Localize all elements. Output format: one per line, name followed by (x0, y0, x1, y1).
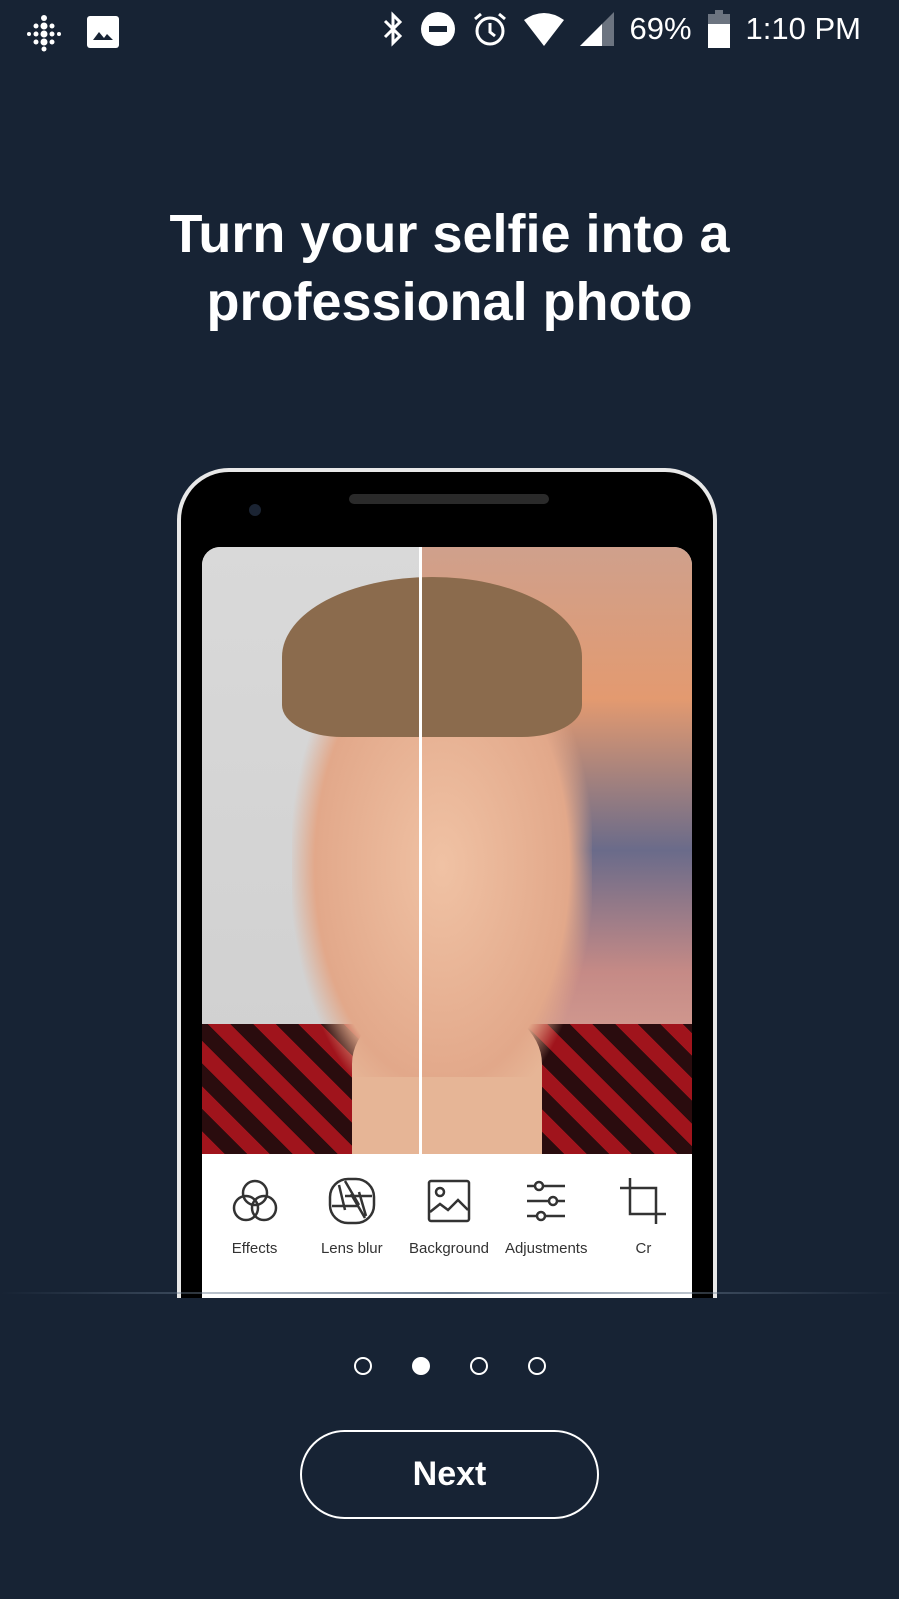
tool-lens-blur: Lens blur (303, 1154, 400, 1298)
battery-percent: 69% (629, 11, 692, 46)
do-not-disturb-icon (420, 12, 455, 46)
status-bar: 69% 1:10 PM (0, 0, 899, 64)
tool-crop: Cr (595, 1154, 692, 1298)
phone-speaker (349, 494, 549, 504)
effects-icon (232, 1179, 277, 1222)
fitbit-icon (27, 15, 61, 52)
tool-bar: Effects Lens blur Background Adjustments… (202, 1154, 692, 1298)
page-indicator (0, 1357, 899, 1375)
tool-adjustments: Adjustments (498, 1154, 595, 1298)
page-dot-3[interactable] (469, 1357, 488, 1375)
image-icon (87, 16, 119, 48)
bluetooth-icon (383, 11, 402, 47)
phone-illustration: Effects Lens blur Background Adjustments… (177, 468, 717, 1298)
aperture-icon (328, 1177, 376, 1225)
page-dot-1[interactable] (353, 1357, 372, 1375)
signal-icon (579, 12, 614, 46)
phone-camera (249, 504, 261, 516)
alarm-icon (473, 12, 506, 46)
phone-screen: Effects Lens blur Background Adjustments… (202, 547, 692, 1298)
hair (282, 577, 582, 737)
sliders-icon (527, 1180, 566, 1222)
tool-background: Background (400, 1154, 497, 1298)
page-dot-2-active[interactable] (411, 1357, 430, 1375)
clock: 1:10 PM (745, 11, 861, 46)
battery-icon (707, 10, 730, 48)
page-dot-4[interactable] (527, 1357, 546, 1375)
wifi-icon (523, 13, 564, 46)
page-title: Turn your selfie into a professional phot… (169, 204, 730, 332)
comparison-divider (419, 547, 422, 1154)
image-icon (427, 1179, 471, 1223)
before-after-photo (202, 547, 692, 1154)
crop-icon (620, 1178, 667, 1224)
next-button[interactable]: Next (300, 1430, 599, 1519)
tool-effects: Effects (206, 1154, 303, 1298)
divider (0, 1292, 899, 1294)
